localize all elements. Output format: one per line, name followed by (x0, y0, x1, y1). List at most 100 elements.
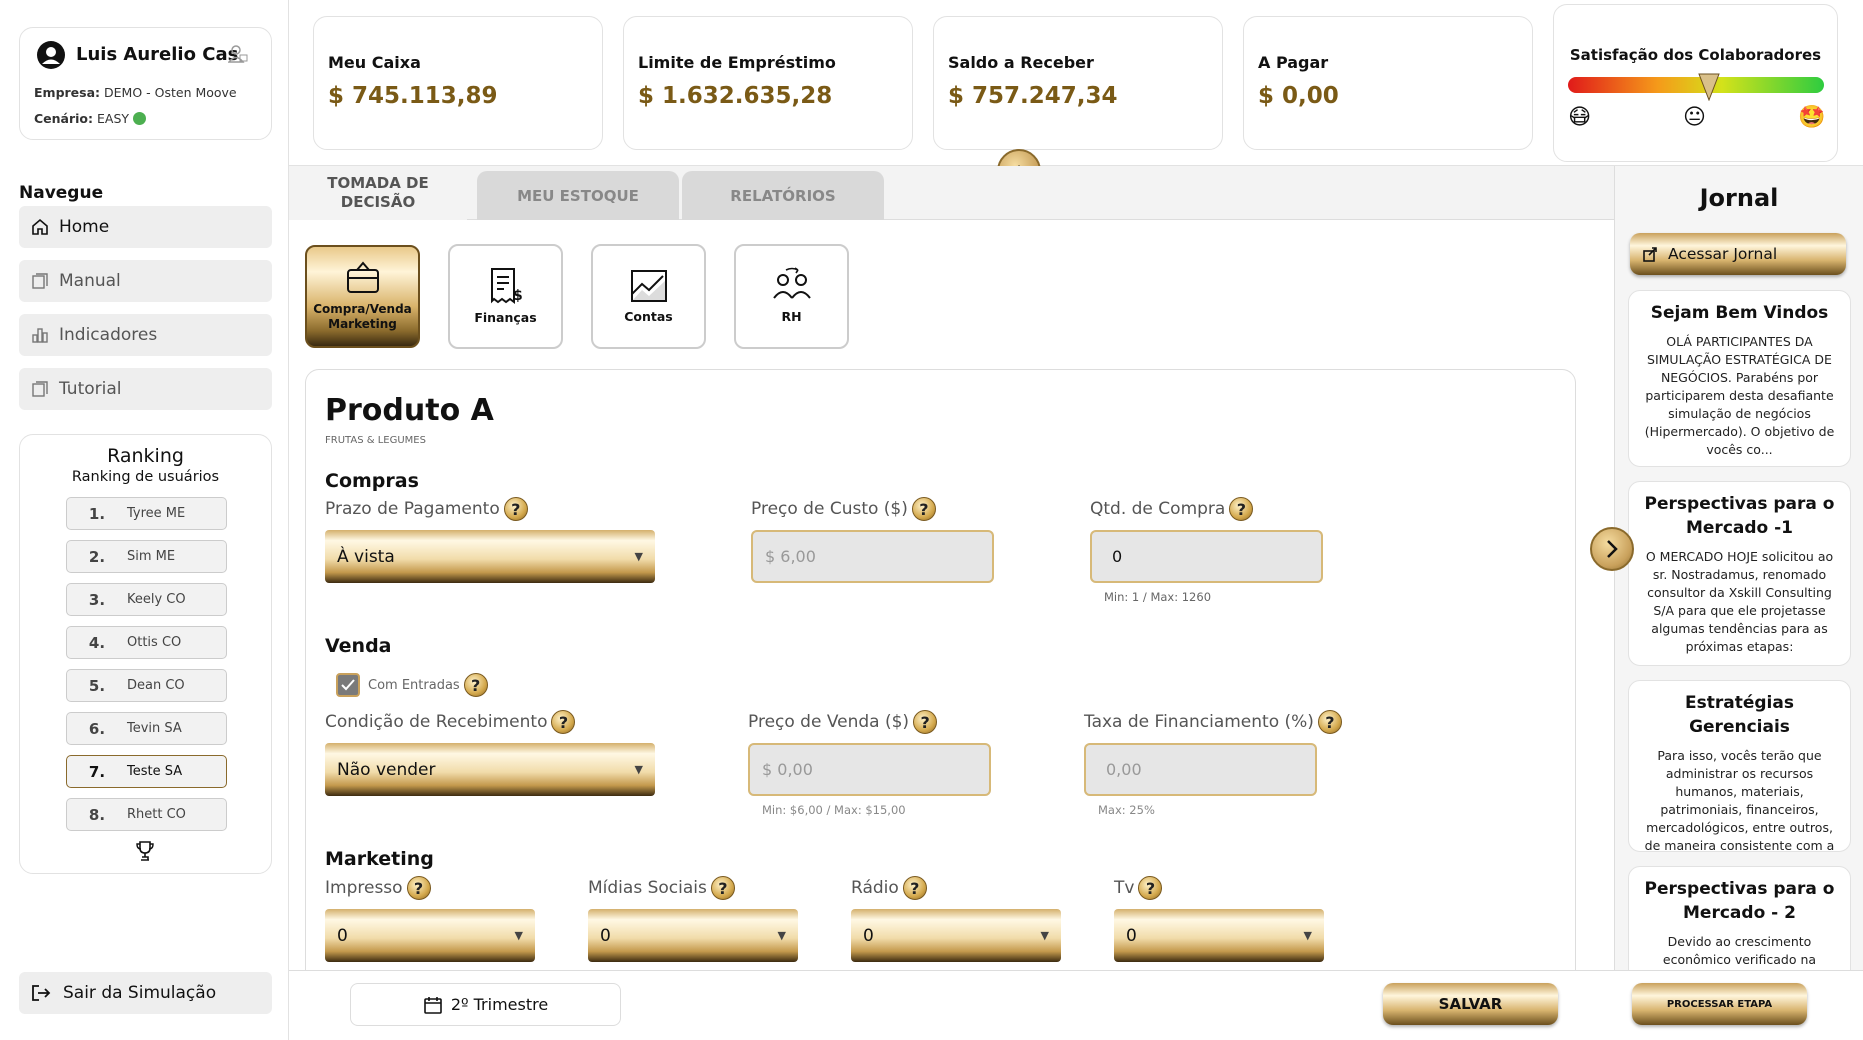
caret-down-icon: ▼ (1040, 929, 1049, 942)
period-selector[interactable]: 2º Trimestre (350, 983, 621, 1026)
tab-label: RELATÓRIOS (730, 186, 836, 205)
checkbox-checked-icon[interactable] (336, 673, 360, 697)
nav-title: Navegue (19, 183, 104, 203)
category-financas[interactable]: $ Finanças (448, 244, 563, 349)
logout-label: Sair da Simulação (63, 983, 217, 1003)
category-label: Finanças (474, 310, 537, 325)
news-title: Perspectivas para o Mercado -1 (1644, 494, 1835, 538)
access-jornal-label: Acessar Jornal (1668, 245, 1778, 263)
prazo-select[interactable]: À vista ▼ (325, 530, 655, 583)
ranking-item: 5. Dean CO (66, 669, 227, 702)
profile-icon[interactable] (227, 44, 248, 64)
ranking-item: 6. Tevin SA (66, 712, 227, 745)
help-icon[interactable]: ? (902, 876, 927, 900)
tab-tomada-decisao[interactable]: TOMADA DE DECISÃO (289, 166, 467, 220)
impresso-select[interactable]: 0 ▼ (325, 909, 535, 962)
taxa-field[interactable]: 0,00 (1084, 743, 1317, 796)
home-icon (32, 218, 48, 235)
cond-select[interactable]: Não vender ▼ (325, 743, 655, 796)
entradas-checkbox-row[interactable]: Com Entradas? (336, 673, 488, 697)
next-news-button[interactable] (1590, 527, 1634, 571)
help-icon[interactable]: ? (1317, 710, 1342, 734)
save-button[interactable]: SALVAR (1383, 983, 1558, 1025)
caret-down-icon: ▼ (777, 929, 786, 942)
category-contas[interactable]: Contas (591, 244, 706, 349)
taxa-label: Taxa de Financiamento (%)? (1084, 710, 1342, 734)
process-label: PROCESSAR ETAPA (1666, 998, 1773, 1010)
trophy-icon (135, 840, 155, 866)
logout-button[interactable]: Sair da Simulação (19, 972, 272, 1014)
help-icon[interactable]: ? (406, 876, 431, 900)
book-icon (32, 381, 48, 397)
invoice-icon: $ (490, 268, 522, 304)
prazo-value: À vista (337, 546, 395, 567)
help-icon[interactable]: ? (911, 497, 936, 521)
kpi-card: Saldo a Receber $ 757.247,34 (933, 16, 1223, 150)
jornal-title: Jornal (1699, 184, 1779, 212)
help-icon[interactable]: ? (710, 876, 735, 900)
ranking-item: 4. Ottis CO (66, 626, 227, 659)
access-jornal-button[interactable]: Acessar Jornal (1630, 233, 1846, 275)
basket-icon (346, 261, 379, 293)
book-icon (32, 273, 48, 289)
preco-hint: Min: $6,00 / Max: $15,00 (762, 803, 906, 817)
process-step-button[interactable]: PROCESSAR ETAPA (1632, 983, 1807, 1025)
tab-label: TOMADA DE DECISÃO (327, 174, 429, 211)
people-exchange-icon (772, 267, 811, 299)
news-card[interactable]: Perspectivas para o Mercado - 2 Devido a… (1628, 866, 1851, 970)
tv-select[interactable]: 0 ▼ (1114, 909, 1324, 962)
kpi-label: Meu Caixa (328, 53, 421, 72)
entradas-label: Com Entradas (368, 677, 460, 693)
qtd-field[interactable]: 0 (1090, 530, 1323, 583)
external-link-icon (1643, 247, 1657, 262)
nav-item-home[interactable]: Home (19, 206, 272, 248)
angry-face-icon: 😷 (1568, 105, 1591, 130)
midias-select[interactable]: 0 ▼ (588, 909, 798, 962)
kpi-label: A Pagar (1258, 53, 1329, 72)
caret-down-icon: ▼ (634, 550, 643, 563)
save-label: SALVAR (1438, 995, 1503, 1013)
help-icon[interactable]: ? (1229, 497, 1254, 521)
tab-meu-estoque[interactable]: MEU ESTOQUE (477, 171, 679, 220)
nav-item-indicadores[interactable]: Indicadores (19, 314, 272, 356)
product-panel (305, 369, 1576, 989)
category-compra-venda-marketing[interactable]: Compra/Venda Marketing (305, 245, 420, 348)
custo-field[interactable]: $ 6,00 (751, 530, 994, 583)
satisfaction-title: Satisfação dos Colaboradores (1569, 46, 1822, 64)
news-card[interactable]: Sejam Bem Vindos OLÁ PARTICIPANTES DA SI… (1628, 290, 1851, 467)
category-label: RH (781, 309, 802, 324)
caret-down-icon: ▼ (514, 929, 523, 942)
cond-label: Condição de Recebimento? (325, 710, 576, 734)
chevron-right-icon (1607, 540, 1618, 558)
period-label: 2º Trimestre (450, 995, 549, 1014)
help-icon[interactable]: ? (463, 673, 488, 697)
preco-field[interactable]: $ 0,00 (748, 743, 991, 796)
tab-relatorios[interactable]: RELATÓRIOS (682, 171, 884, 220)
news-card[interactable]: Perspectivas para o Mercado -1 O MERCADO… (1628, 481, 1851, 666)
ranking-card: Ranking Ranking de usuários 1. Tyree ME 2… (19, 434, 272, 874)
ranking-item-current: 7. Teste SA (66, 755, 227, 788)
nav-item-tutorial[interactable]: Tutorial (19, 368, 272, 410)
ranking-item: 8. Rhett CO (66, 798, 227, 831)
help-icon[interactable]: ? (503, 497, 528, 521)
user-icon (36, 40, 66, 70)
category-rh[interactable]: RH (734, 244, 849, 349)
nav-item-manual[interactable]: Manual (19, 260, 272, 302)
news-text: Para isso, vocês terão que administrar o… (1644, 748, 1835, 852)
category-label: Compra/Venda Marketing (313, 302, 412, 331)
help-icon[interactable]: ? (1138, 876, 1163, 900)
help-icon[interactable]: ? (551, 710, 576, 734)
cond-value: Não vender (337, 759, 436, 780)
kpi-label: Limite de Empréstimo (638, 53, 836, 72)
radio-select[interactable]: 0 ▼ (851, 909, 1061, 962)
user-card: Luis Aurelio Cas Empresa: DEMO - Osten M… (19, 27, 272, 140)
help-icon[interactable]: ? (913, 710, 938, 734)
news-card[interactable]: Estratégias Gerenciais Para isso, vocês … (1628, 680, 1851, 852)
scenario-line: Cenário: EASY (34, 111, 147, 126)
product-title: Produto A (325, 393, 494, 428)
jornal-panel: Jornal Acessar Jornal Sejam Bem Vindos O… (1614, 166, 1863, 970)
caret-down-icon: ▼ (1303, 929, 1312, 942)
ranking-title: Ranking (107, 445, 184, 467)
taxa-hint: Max: 25% (1098, 803, 1155, 817)
marketing-title: Marketing (325, 848, 434, 870)
